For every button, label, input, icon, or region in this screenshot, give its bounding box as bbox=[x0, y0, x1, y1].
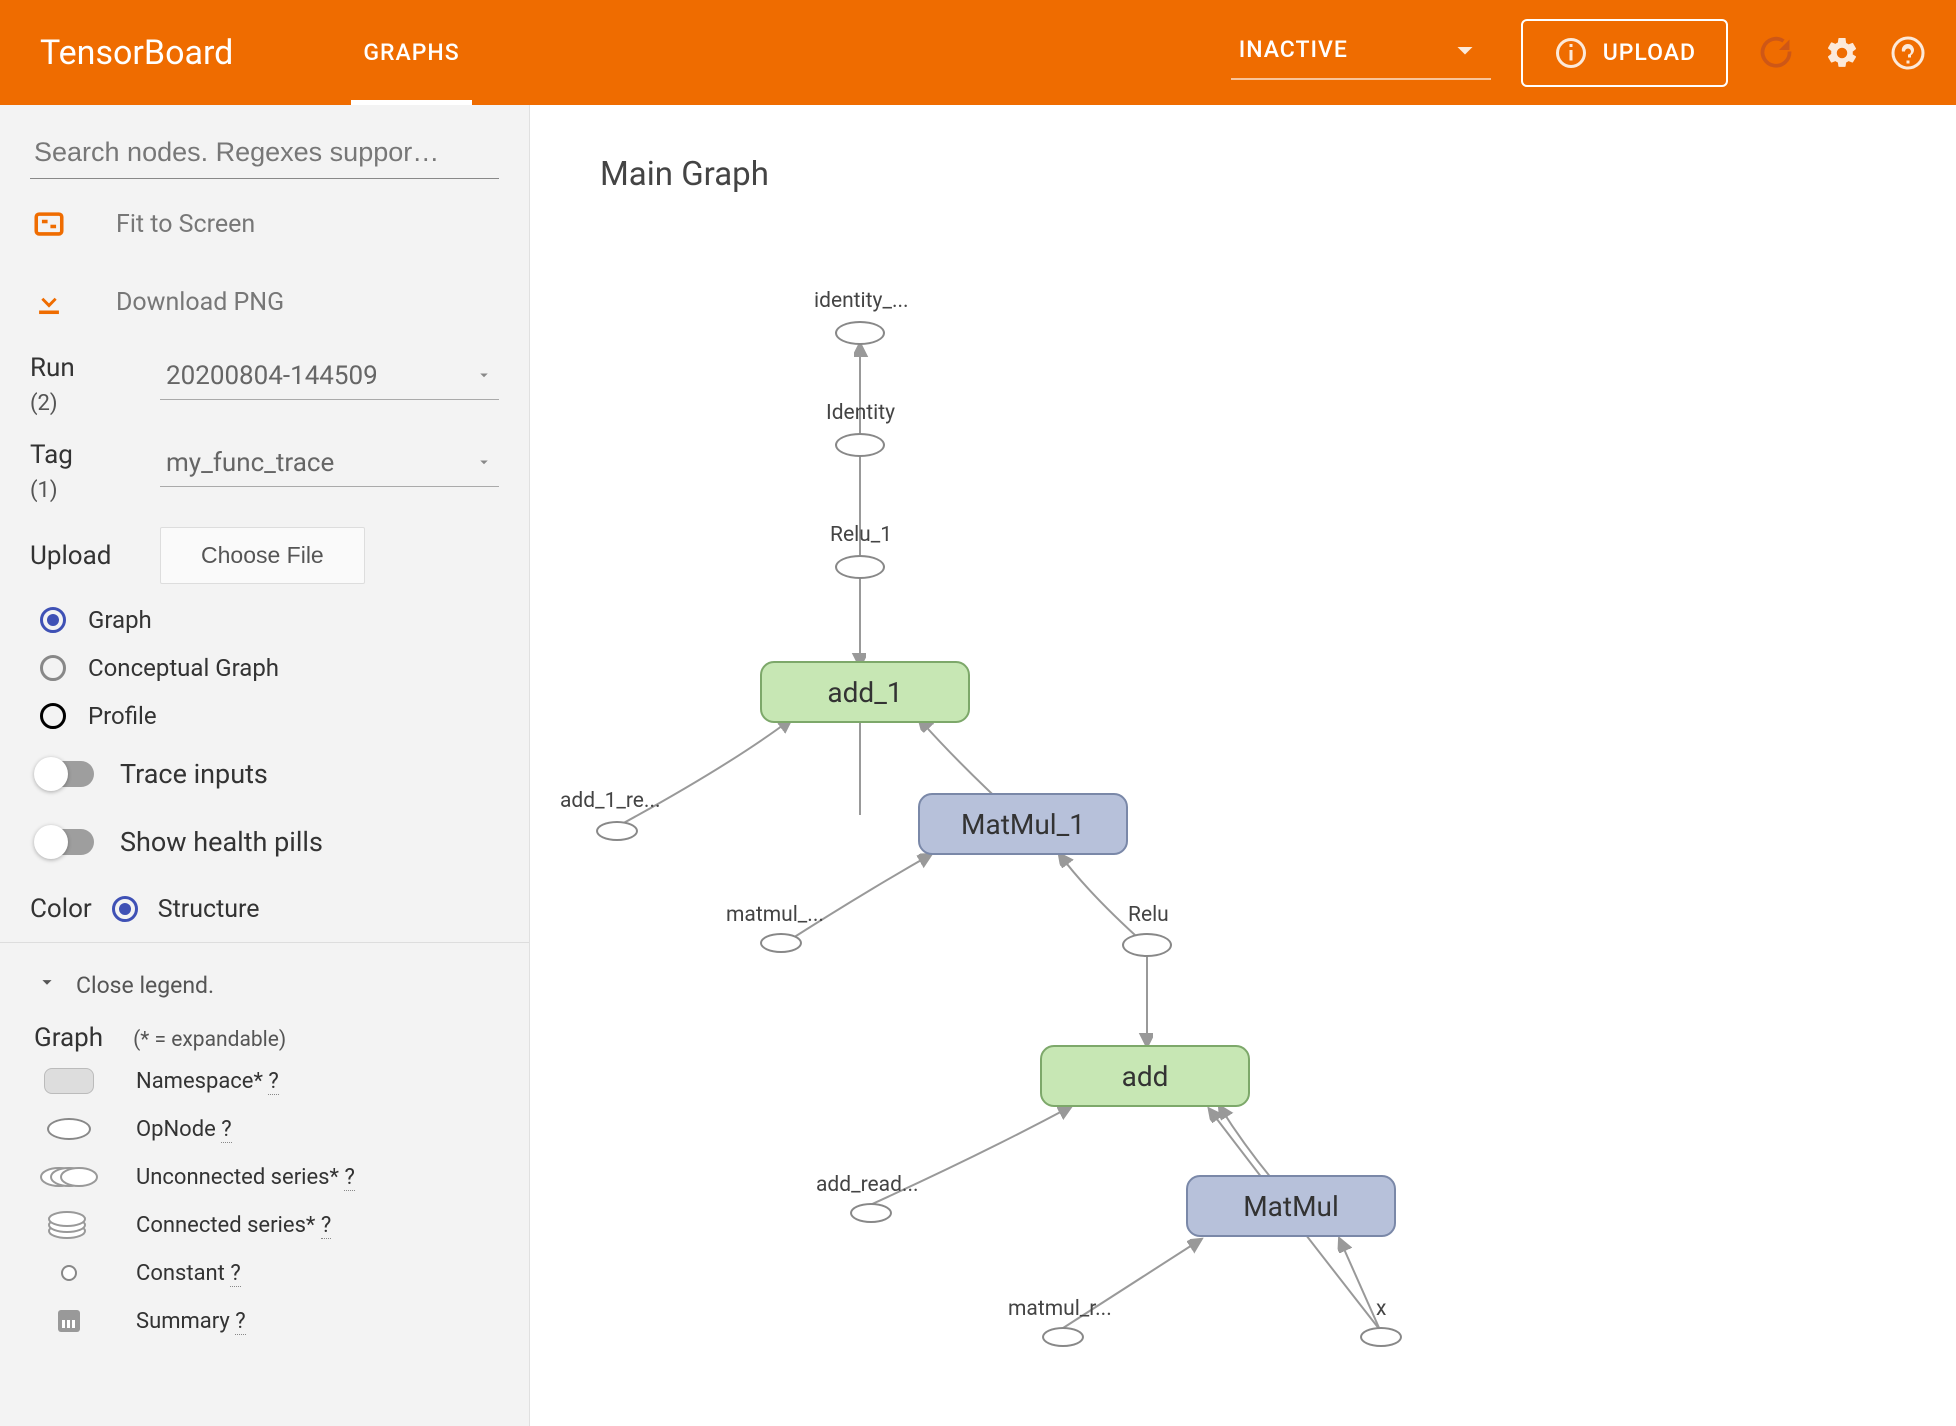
close-legend-label: Close legend. bbox=[76, 972, 214, 999]
legend-summary: Summary ? bbox=[30, 1297, 499, 1345]
node-matmul1[interactable]: MatMul_1 bbox=[918, 793, 1128, 855]
inactive-dropdown[interactable]: INACTIVE bbox=[1231, 26, 1491, 80]
search-input[interactable] bbox=[30, 127, 499, 179]
run-value: 20200804-144509 bbox=[166, 361, 378, 391]
node-identity-ret[interactable] bbox=[835, 321, 885, 345]
settings-gear-icon[interactable] bbox=[1824, 35, 1860, 71]
trace-label: Trace inputs bbox=[120, 758, 268, 790]
opnode-shape-icon bbox=[47, 1118, 91, 1140]
radio-profile-label: Profile bbox=[88, 702, 157, 730]
toggle-health-pills[interactable]: Show health pills bbox=[0, 808, 529, 876]
radio-graph[interactable]: Graph bbox=[0, 596, 529, 644]
tag-row: Tag (1) my_func_trace bbox=[0, 428, 529, 515]
node-matmul-r[interactable] bbox=[1042, 1327, 1084, 1347]
legend-connected-series: Connected series* ? bbox=[30, 1201, 499, 1249]
radio-icon bbox=[40, 703, 66, 729]
radio-conceptual-label: Conceptual Graph bbox=[88, 654, 279, 682]
node-matmul-r-label: matmul_r... bbox=[1008, 1297, 1112, 1321]
upload-button[interactable]: UPLOAD bbox=[1521, 19, 1728, 87]
legend-graph-title: Graph bbox=[30, 1009, 107, 1057]
node-add[interactable]: add bbox=[1040, 1045, 1250, 1107]
sidebar: Fit to Screen Download PNG Run (2) 20200… bbox=[0, 105, 530, 1426]
fit-label: Fit to Screen bbox=[116, 210, 255, 239]
run-dropdown[interactable]: 20200804-144509 bbox=[160, 353, 499, 400]
chevron-down-icon bbox=[475, 361, 493, 391]
color-row: Color Structure bbox=[0, 876, 529, 943]
tag-count: (1) bbox=[30, 478, 130, 503]
node-relu-label: Relu bbox=[1128, 903, 1169, 927]
legend-unconnected-series: Unconnected series* ? bbox=[30, 1153, 499, 1201]
download-png-button[interactable]: Download PNG bbox=[0, 263, 529, 341]
tag-value: my_func_trace bbox=[166, 448, 334, 478]
node-add-read-label: add_read... bbox=[816, 1173, 919, 1197]
chevron-down-icon bbox=[475, 448, 493, 478]
node-x[interactable] bbox=[1360, 1327, 1402, 1347]
node-matmul-dots[interactable] bbox=[760, 933, 802, 953]
help-icon[interactable] bbox=[1890, 35, 1926, 71]
chevron-down-icon bbox=[1447, 32, 1483, 68]
node-add1[interactable]: add_1 bbox=[760, 661, 970, 723]
tag-dropdown[interactable]: my_func_trace bbox=[160, 440, 499, 487]
connected-series-icon bbox=[36, 1211, 102, 1239]
upload-row: Upload Choose File bbox=[0, 515, 529, 596]
fit-to-screen-button[interactable]: Fit to Screen bbox=[0, 185, 529, 263]
namespace-shape-icon bbox=[44, 1068, 94, 1094]
tag-label: Tag bbox=[30, 440, 130, 470]
node-matmul-dots-label: matmul_... bbox=[726, 903, 824, 927]
legend: Close legend. Graph (* = expandable) Nam… bbox=[0, 943, 529, 1363]
node-matmul[interactable]: MatMul bbox=[1186, 1175, 1396, 1237]
node-add1-re[interactable] bbox=[596, 821, 638, 841]
health-label: Show health pills bbox=[120, 826, 323, 858]
chevron-down-icon bbox=[36, 971, 58, 999]
header-right: INACTIVE UPLOAD bbox=[1231, 19, 1926, 87]
node-identity-label: Identity bbox=[826, 401, 895, 425]
reload-icon[interactable] bbox=[1758, 35, 1794, 71]
constant-shape-icon bbox=[61, 1265, 77, 1281]
app-header: TensorBoard GRAPHS INACTIVE UPLOAD bbox=[0, 0, 1956, 105]
legend-constant: Constant ? bbox=[30, 1249, 499, 1297]
app-title: TensorBoard bbox=[40, 33, 233, 73]
info-icon bbox=[1553, 35, 1589, 71]
node-identity-ret-label: identity_... bbox=[814, 289, 909, 313]
toggle-trace-inputs[interactable]: Trace inputs bbox=[0, 740, 529, 808]
node-add-read[interactable] bbox=[850, 1203, 892, 1223]
radio-profile[interactable]: Profile bbox=[0, 692, 529, 740]
download-label: Download PNG bbox=[116, 288, 284, 317]
upload-label: Upload bbox=[30, 541, 130, 571]
choose-file-button[interactable]: Choose File bbox=[160, 527, 365, 584]
node-identity[interactable] bbox=[835, 433, 885, 457]
color-value: Structure bbox=[158, 895, 260, 924]
close-legend-button[interactable]: Close legend. bbox=[30, 961, 499, 1009]
radio-conceptual[interactable]: Conceptual Graph bbox=[0, 644, 529, 692]
download-icon bbox=[30, 283, 68, 321]
radio-graph-label: Graph bbox=[88, 606, 152, 634]
radio-icon bbox=[40, 607, 66, 633]
unconnected-series-icon bbox=[36, 1163, 102, 1191]
graph-title: Main Graph bbox=[600, 155, 769, 194]
legend-hint: (* = expandable) bbox=[133, 1028, 286, 1052]
legend-opnode: OpNode ? bbox=[30, 1105, 499, 1153]
node-relu1-label: Relu_1 bbox=[830, 523, 892, 547]
main-layout: Fit to Screen Download PNG Run (2) 20200… bbox=[0, 105, 1956, 1426]
radio-icon[interactable] bbox=[112, 896, 138, 922]
run-label: Run bbox=[30, 353, 130, 383]
fit-icon bbox=[30, 205, 68, 243]
node-relu[interactable] bbox=[1122, 933, 1172, 957]
radio-icon bbox=[40, 655, 66, 681]
node-add1-re-label: add_1_re... bbox=[560, 789, 661, 813]
graph-canvas[interactable]: Main Graph identity_... Identity Relu_1 … bbox=[530, 105, 1956, 1426]
inactive-label: INACTIVE bbox=[1239, 36, 1348, 63]
legend-namespace: Namespace* ? bbox=[30, 1057, 499, 1105]
toggle-icon bbox=[36, 829, 94, 855]
summary-shape-icon bbox=[58, 1310, 80, 1332]
tab-graphs[interactable]: GRAPHS bbox=[333, 0, 489, 105]
node-x-label: x bbox=[1376, 1297, 1386, 1321]
color-label: Color bbox=[30, 894, 92, 924]
run-row: Run (2) 20200804-144509 bbox=[0, 341, 529, 428]
upload-label: UPLOAD bbox=[1603, 39, 1696, 66]
run-count: (2) bbox=[30, 391, 130, 416]
node-relu1[interactable] bbox=[835, 555, 885, 579]
toggle-icon bbox=[36, 761, 94, 787]
